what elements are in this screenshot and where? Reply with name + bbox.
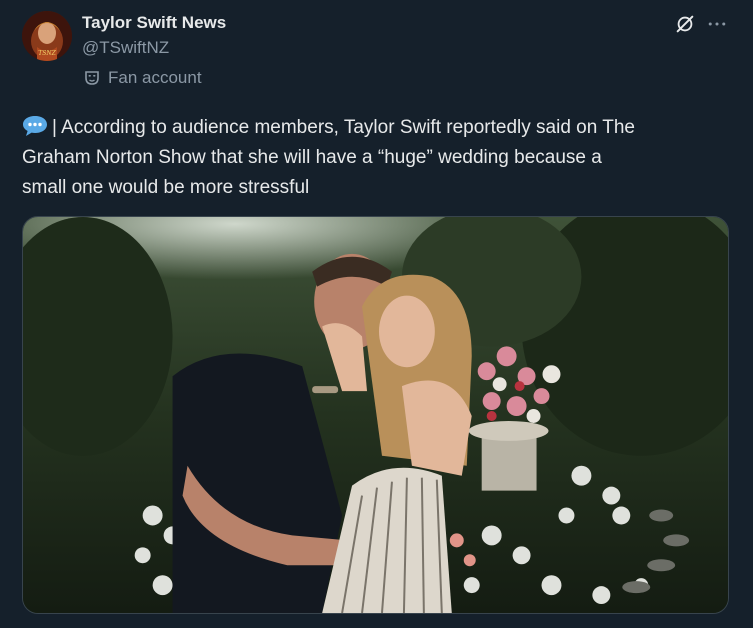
tweet-text: | According to audience members, Taylor … <box>22 113 737 203</box>
tweet-text-segment-1: | According to audience members, Taylor … <box>52 117 635 138</box>
speech-balloon-icon <box>23 116 47 136</box>
grok-button[interactable] <box>673 12 697 36</box>
tweet-card: TSNZ Taylor Swift News @TSwiftNZ Fan acc… <box>0 0 753 628</box>
tweet-text-line-3: small one would be more stressful <box>22 177 310 198</box>
author-handle[interactable]: @TSwiftNZ <box>82 38 169 58</box>
author-display-name[interactable]: Taylor Swift News <box>82 13 226 33</box>
svg-text:TSNZ: TSNZ <box>38 50 56 57</box>
photo-couple-embracing-garden <box>23 217 728 613</box>
avatar-image: TSNZ <box>22 11 72 61</box>
more-options-button[interactable] <box>704 12 730 36</box>
theater-mask-icon <box>85 71 99 85</box>
account-label-text: Fan account <box>108 68 202 87</box>
tweet-text-line-2: Graham Norton Show that she will have a … <box>22 147 602 168</box>
tweet-text-line-1: | According to audience members, Taylor … <box>22 113 737 143</box>
tweet-photo[interactable] <box>22 216 729 614</box>
grok-icon <box>676 15 694 33</box>
more-icon <box>708 22 726 26</box>
profile-avatar[interactable]: TSNZ <box>22 11 72 61</box>
account-label: Fan account <box>84 67 202 89</box>
